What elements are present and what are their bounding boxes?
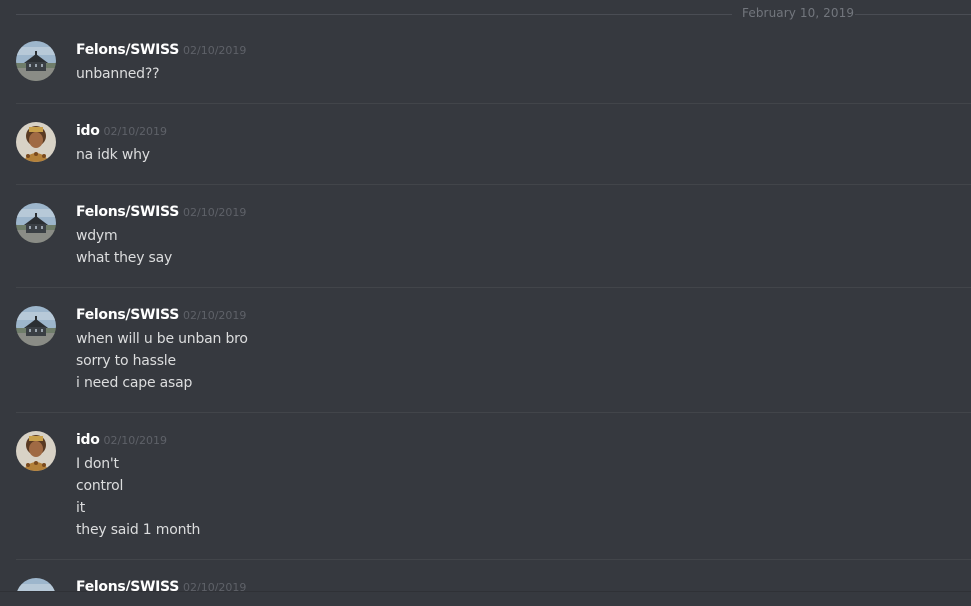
message-separator [16, 184, 971, 185]
message-timestamp: 02/10/2019 [103, 434, 167, 447]
building-avatar[interactable] [16, 41, 56, 81]
username[interactable]: ido [76, 432, 100, 448]
message-header: ido 02/10/2019 [76, 123, 167, 139]
message-line: they said 1 month [76, 522, 201, 538]
chat-messages: February 10, 2019 Felons/SWISS 02/10/2019… [0, 0, 971, 606]
message-timestamp: 02/10/2019 [183, 44, 247, 57]
message-line: what they say [76, 250, 173, 266]
person-avatar[interactable] [16, 431, 56, 471]
message-line: sorry to hassle [76, 353, 176, 369]
message-separator [16, 559, 971, 560]
message-line: it [76, 500, 85, 516]
date-divider-text: February 10, 2019 [742, 6, 855, 20]
building-avatar[interactable] [16, 203, 56, 243]
message-line: control [76, 478, 124, 494]
message-timestamp: 02/10/2019 [183, 309, 247, 322]
username[interactable]: Felons/SWISS [76, 307, 179, 323]
username[interactable]: Felons/SWISS [76, 42, 179, 58]
username[interactable]: Felons/SWISS [76, 204, 179, 220]
message-line: when will u be unban bro [76, 331, 248, 347]
message-line: wdym [76, 228, 118, 244]
message-header: Felons/SWISS 02/10/2019 [76, 42, 246, 58]
message-separator [16, 412, 971, 413]
username[interactable]: ido [76, 123, 100, 139]
message-header: ido 02/10/2019 [76, 432, 167, 448]
message-timestamp: 02/10/2019 [183, 206, 247, 219]
person-avatar[interactable] [16, 122, 56, 162]
bottom-edge [0, 591, 971, 606]
divider-line [16, 14, 732, 15]
message-line: unbanned?? [76, 66, 160, 82]
message-separator [16, 287, 971, 288]
building-avatar[interactable] [16, 306, 56, 346]
message-line: I don't [76, 456, 119, 472]
divider-line [855, 14, 971, 15]
message-line: na idk why [76, 147, 150, 163]
date-divider: February 10, 2019 [0, 0, 971, 28]
message-timestamp: 02/10/2019 [103, 125, 167, 138]
message-separator [16, 103, 971, 104]
message-header: Felons/SWISS 02/10/2019 [76, 204, 246, 220]
message-line: i need cape asap [76, 375, 193, 391]
message-header: Felons/SWISS 02/10/2019 [76, 307, 246, 323]
